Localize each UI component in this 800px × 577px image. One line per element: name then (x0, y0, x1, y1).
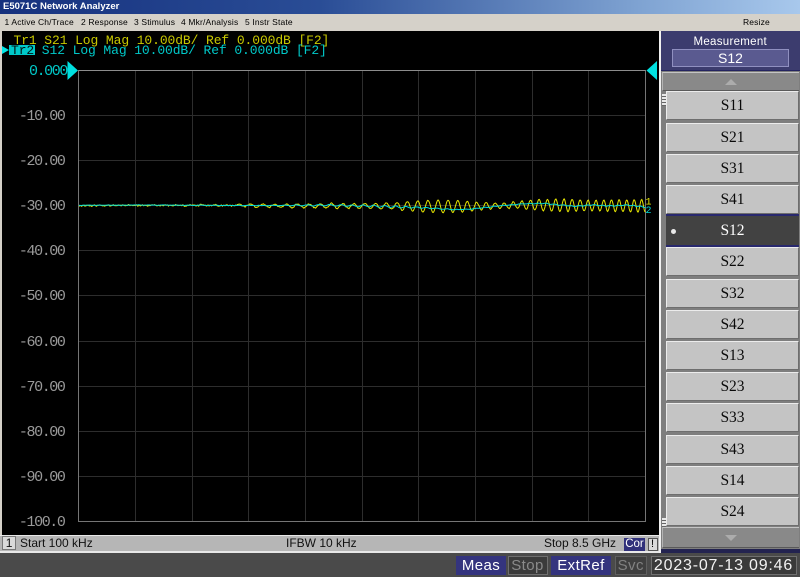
svg-text:2: 2 (646, 206, 652, 217)
